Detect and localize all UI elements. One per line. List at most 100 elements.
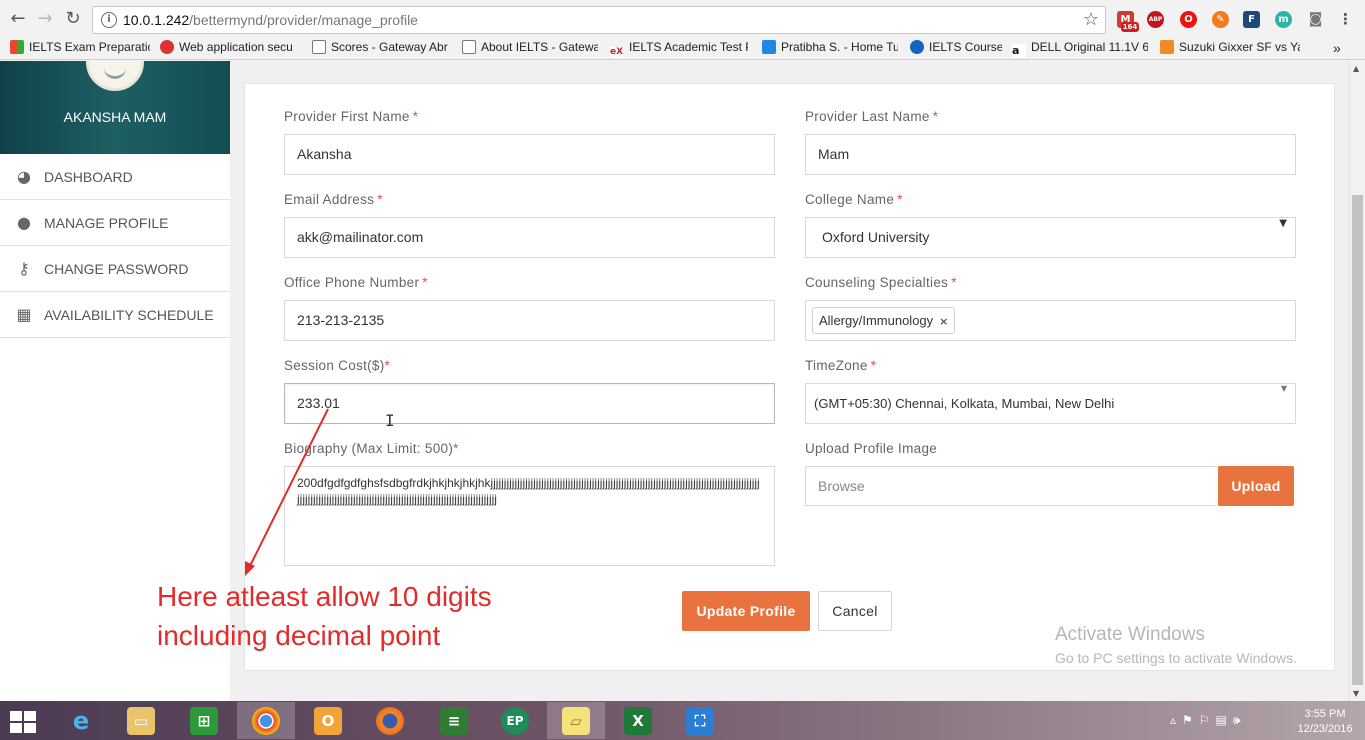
bookmark-item[interactable]: a DELL Original 11.1V 6: [1012, 40, 1148, 58]
snipping-taskbar-button[interactable]: ⛶: [671, 702, 729, 739]
bookmark-favicon: [160, 40, 174, 54]
adblock-icon[interactable]: ABP: [1147, 11, 1164, 28]
store-taskbar-button[interactable]: ⊞: [175, 702, 233, 739]
annotation-line: Here atleast allow 10 digits: [157, 581, 492, 612]
reload-icon[interactable]: ↻: [61, 7, 85, 31]
watermark-subtitle: Go to PC settings to activate Windows.: [1055, 650, 1297, 666]
bookmark-favicon: [910, 40, 924, 54]
cancel-button[interactable]: Cancel: [818, 591, 892, 631]
email-field[interactable]: akk@mailinator.com: [284, 217, 775, 258]
info-icon[interactable]: i: [101, 12, 117, 28]
app-taskbar-button[interactable]: EP: [486, 702, 544, 739]
clock-date: 12/23/2016: [1297, 723, 1353, 735]
scroll-down-icon[interactable]: ▼: [1353, 689, 1359, 698]
page-icon: [462, 40, 476, 54]
outlook-taskbar-button[interactable]: O: [299, 702, 357, 739]
windows-logo-icon: [10, 711, 36, 733]
system-tray[interactable]: ▵⚑⚐▤🕪: [1170, 713, 1246, 728]
upload-button[interactable]: Upload: [1218, 466, 1294, 506]
more-bookmarks-icon[interactable]: »: [1333, 40, 1341, 58]
windows-taskbar: e ▭ ⊞ O ≡ EP ▱ X ⛶ ▵⚑⚐▤🕪 3:55 PM 12/23/2…: [0, 701, 1365, 740]
bookmark-item[interactable]: Pratibha S. - Home Tu: [762, 40, 898, 58]
excel-taskbar-button[interactable]: X: [609, 702, 667, 739]
sidebar-item-label: CHANGE PASSWORD: [44, 261, 189, 277]
phone-label: Office Phone Number *: [284, 275, 428, 290]
annotation-line: including decimal point: [157, 620, 441, 651]
sticky-notes-taskbar-button[interactable]: ▱: [547, 702, 605, 739]
sidebar-item-manage-profile[interactable]: ● MANAGE PROFILE: [0, 200, 230, 246]
bookmark-item[interactable]: Scores - Gateway Abr: [312, 40, 448, 58]
feedly-icon[interactable]: F: [1243, 11, 1260, 28]
gmail-count-badge: 164: [1121, 22, 1139, 32]
first-name-input[interactable]: Akansha: [284, 134, 775, 175]
ie-taskbar-button[interactable]: e: [52, 702, 110, 739]
internet-explorer-icon: e: [72, 707, 90, 735]
user-icon: ●: [17, 213, 31, 232]
start-button[interactable]: [0, 702, 46, 739]
browser-toolbar: ← → ↻ i 10.0.1.242/bettermynd/provider/m…: [0, 0, 1365, 38]
opera-icon[interactable]: O: [1180, 11, 1197, 28]
biography-label: Biography (Max Limit: 500)*: [284, 441, 459, 456]
bookmark-item[interactable]: Suzuki Gixxer SF vs Ya: [1160, 40, 1300, 58]
bookmark-item[interactable]: Web application secu: [160, 40, 298, 58]
profile-name: AKANSHA MAM: [63, 109, 167, 125]
scroll-up-icon[interactable]: ▲: [1353, 64, 1359, 73]
biography-textarea[interactable]: 200dfgdfgdfghsfsdbgfrdkjhkjhkjhkjhkjjjjj…: [284, 466, 775, 566]
update-profile-button[interactable]: Update Profile: [682, 591, 810, 631]
bookmark-star-icon[interactable]: ☆: [1083, 9, 1099, 30]
firefox-taskbar-button[interactable]: [361, 702, 419, 739]
sidebar-item-dashboard[interactable]: ◕ DASHBOARD: [0, 154, 230, 200]
sidebar-item-label: MANAGE PROFILE: [44, 215, 169, 231]
folder-icon: ▭: [127, 707, 155, 735]
session-cost-input[interactable]: 233.01: [284, 383, 775, 424]
last-name-label: Provider Last Name *: [805, 109, 939, 124]
bookmark-favicon: [762, 40, 776, 54]
explorer-taskbar-button[interactable]: ▭: [112, 702, 170, 739]
bookmark-item[interactable]: About IELTS - Gatewa: [462, 40, 598, 58]
pen-icon[interactable]: ✎: [1212, 11, 1229, 28]
clock-time: 3:55 PM: [1304, 708, 1346, 720]
specialty-tag: Allergy/Immunology ×: [812, 307, 956, 334]
url-text[interactable]: 10.0.1.242/bettermynd/provider/manage_pr…: [123, 12, 418, 28]
chrome-taskbar-button[interactable]: [237, 702, 295, 739]
sticky-notes-icon: ▱: [562, 707, 590, 735]
notepad-taskbar-button[interactable]: ≡: [425, 702, 483, 739]
forward-icon[interactable]: →: [33, 7, 57, 31]
vertical-scrollbar[interactable]: ▲ ▼: [1349, 61, 1365, 701]
ep-icon: EP: [501, 707, 529, 735]
first-name-label: Provider First Name *: [284, 109, 419, 124]
sidebar-item-availability-schedule[interactable]: ▦ AVAILABILITY SCHEDULE: [0, 292, 230, 338]
phone-input[interactable]: 213-213-2135: [284, 300, 775, 341]
dropdown-arrow-icon: ▼: [1279, 218, 1287, 229]
page-icon: [312, 40, 326, 54]
bookmark-item[interactable]: eX IELTS Academic Test P: [610, 40, 748, 58]
activate-windows-watermark: Activate Windows Go to PC settings to ac…: [1055, 624, 1297, 666]
dashboard-icon: ◕: [17, 167, 31, 186]
m-extension-icon[interactable]: m: [1275, 11, 1292, 28]
address-bar[interactable]: i 10.0.1.242/bettermynd/provider/manage_…: [92, 6, 1106, 34]
back-icon[interactable]: ←: [6, 7, 30, 31]
camera-icon[interactable]: ◙: [1307, 11, 1324, 28]
scrollbar-thumb[interactable]: [1352, 195, 1363, 685]
sidebar-item-change-password[interactable]: ⚷ CHANGE PASSWORD: [0, 246, 230, 292]
timezone-select[interactable]: (GMT+05:30) Chennai, Kolkata, Mumbai, Ne…: [805, 383, 1296, 424]
upload-label: Upload Profile Image: [805, 441, 938, 456]
annotation-text: Here atleast allow 10 digits including d…: [157, 577, 492, 655]
edx-icon: eX: [610, 47, 624, 58]
timezone-selected-value: (GMT+05:30) Chennai, Kolkata, Mumbai, Ne…: [814, 396, 1115, 411]
excel-icon: X: [624, 707, 652, 735]
screen: ← → ↻ i 10.0.1.242/bettermynd/provider/m…: [0, 0, 1365, 740]
specialties-label: Counseling Specialties *: [805, 275, 957, 290]
bookmark-item[interactable]: IELTS Course: [910, 40, 1002, 58]
specialties-multiselect[interactable]: Allergy/Immunology ×: [805, 300, 1296, 341]
college-select[interactable]: Oxford University ▼: [805, 217, 1296, 258]
menu-icon[interactable]: ⋮: [1337, 11, 1354, 28]
bookmark-item[interactable]: IELTS Exam Preparatic: [10, 40, 150, 58]
last-name-input[interactable]: Mam: [805, 134, 1296, 175]
browse-file-input[interactable]: Browse: [805, 466, 1219, 506]
text-cursor-icon: I: [385, 411, 395, 430]
college-selected-value: Oxford University: [822, 229, 930, 245]
email-label: Email Address *: [284, 192, 383, 207]
remove-tag-icon[interactable]: ×: [939, 315, 948, 328]
taskbar-clock[interactable]: 3:55 PM 12/23/2016: [1290, 707, 1360, 737]
